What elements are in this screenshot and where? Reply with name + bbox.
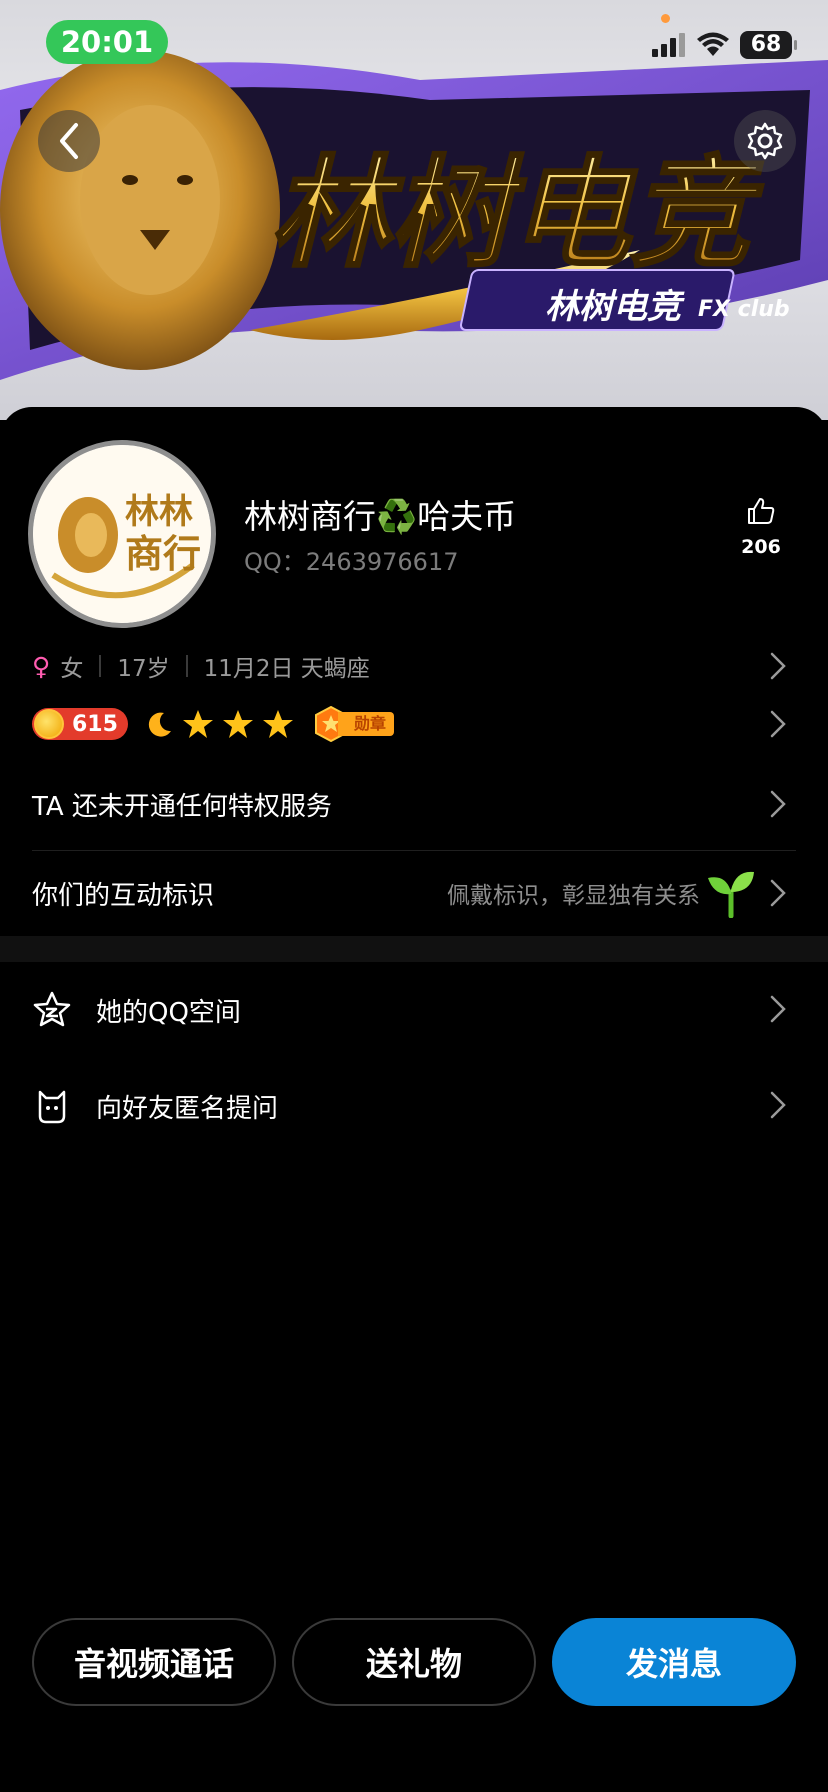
status-icons: 68 — [652, 30, 797, 60]
qq-label: QQ： — [244, 548, 306, 576]
interaction-mark-row[interactable]: 你们的互动标识 — [32, 875, 214, 912]
qq-number: QQ：2463976617 — [244, 542, 458, 577]
medal-label: 勋章 — [337, 712, 394, 736]
qq-number-value: 2463976617 — [305, 548, 459, 576]
interaction-mark-hint: 佩戴标识，彰显独有关系 — [447, 883, 700, 909]
chevron-right-icon — [770, 879, 786, 907]
birthday-text: 11月2日 天蝎座 — [203, 656, 370, 682]
profile-info-row[interactable]: ♀ 女 17岁 11月2日 天蝎座 — [32, 648, 796, 684]
qzone-star-icon — [33, 991, 71, 1027]
points-value: 615 — [72, 711, 118, 737]
moon-icon — [148, 712, 171, 737]
like-count: 206 — [741, 536, 781, 558]
privilege-row[interactable]: TA 还未开通任何特权服务 — [32, 786, 332, 823]
gear-icon — [747, 122, 783, 160]
chevron-right-icon — [770, 790, 786, 818]
star-icon — [182, 710, 213, 738]
chevron-right-icon — [770, 710, 786, 738]
sprout-icon — [708, 871, 754, 918]
svg-text:林树电竞: 林树电竞 — [270, 145, 764, 284]
chevron-left-icon — [60, 123, 78, 159]
settings-button[interactable] — [734, 110, 796, 172]
privacy-indicator-dot — [661, 14, 670, 23]
video-call-button[interactable]: 音视频通话 — [32, 1618, 276, 1706]
medal-badge: 勋章 — [314, 706, 394, 742]
age-text: 17岁 — [117, 656, 170, 682]
divider — [99, 655, 102, 677]
cellular-signal-icon — [652, 33, 685, 57]
section-separator — [0, 936, 828, 962]
action-bar: 音视频通话 送礼物 发消息 — [32, 1618, 796, 1706]
level-row[interactable]: 615 勋章 — [32, 704, 796, 744]
points-badge: 615 — [32, 708, 128, 740]
back-button[interactable] — [38, 110, 100, 172]
star-icon — [222, 710, 253, 738]
profile-name: 林树商行♻️哈夫币 — [244, 497, 517, 536]
avatar-image: 林林 商行 — [33, 445, 211, 623]
cat-question-icon — [38, 1090, 66, 1124]
star-icon — [262, 710, 293, 738]
status-time: 20:01 — [46, 20, 168, 64]
divider — [185, 655, 188, 677]
menu-item-qzone[interactable]: 她的QQ空间 — [96, 992, 241, 1029]
send-gift-button[interactable]: 送礼物 — [292, 1618, 536, 1706]
female-icon: ♀ — [32, 651, 51, 681]
chevron-right-icon — [770, 1091, 786, 1119]
svg-text:林林: 林林 — [125, 492, 193, 532]
thumbs-up-icon — [748, 498, 775, 524]
menu-item-anonymous-question[interactable]: 向好友匿名提问 — [96, 1088, 278, 1125]
wifi-icon — [697, 32, 729, 56]
coin-icon — [34, 709, 64, 739]
gender-text: 女 — [60, 656, 84, 682]
svg-text:商行: 商行 — [125, 532, 201, 576]
like-button[interactable]: 206 — [726, 496, 796, 558]
battery-indicator: 68 — [740, 31, 797, 59]
svg-text:林树电竞: 林树电竞 — [545, 287, 685, 327]
divider — [32, 850, 796, 851]
send-message-button[interactable]: 发消息 — [552, 1618, 796, 1706]
chevron-right-icon — [770, 652, 786, 680]
avatar[interactable]: 林林 商行 — [28, 440, 216, 628]
chevron-right-icon — [770, 995, 786, 1023]
svg-text:FX club: FX club — [698, 297, 790, 322]
